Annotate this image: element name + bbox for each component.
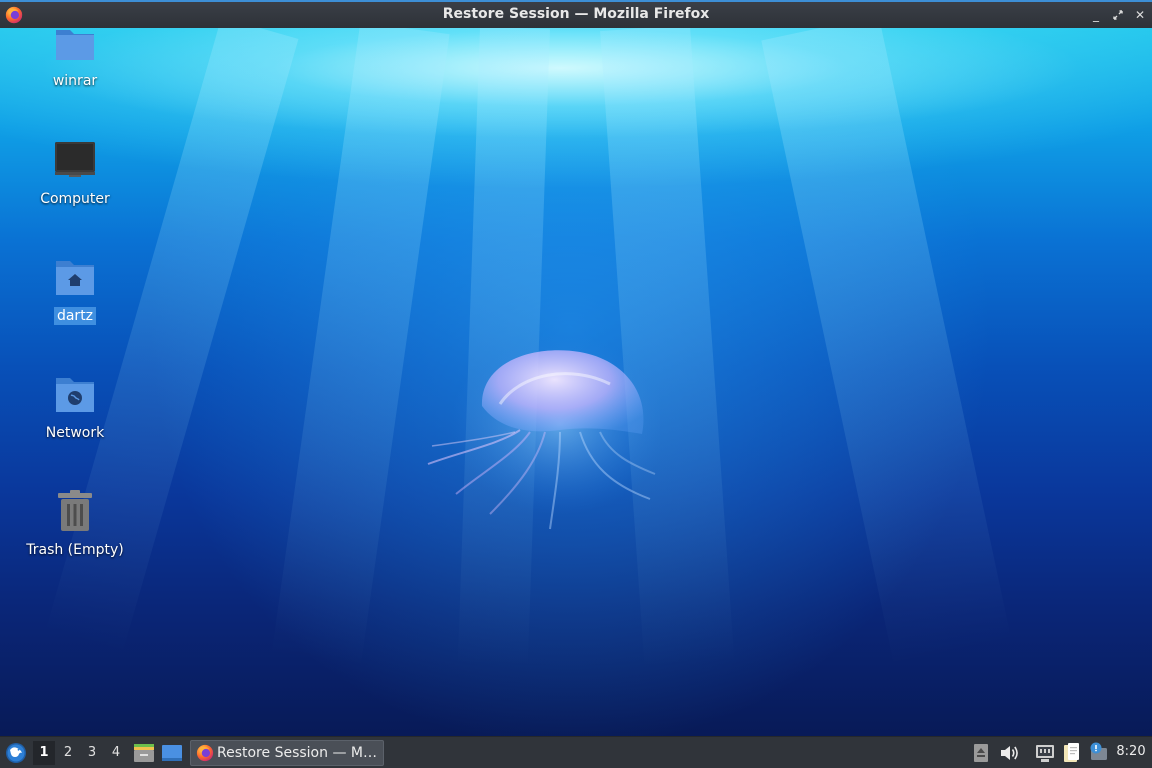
desktop-icon-label: Network	[45, 425, 105, 441]
network-folder-icon	[56, 378, 94, 412]
network-wired-icon[interactable]	[1034, 742, 1056, 764]
desktop-icon-label: dartz	[53, 307, 97, 325]
window-title: Restore Session — Mozilla Firefox	[442, 6, 710, 22]
volume-icon[interactable]	[998, 742, 1020, 764]
taskbar: 1 2 3 4 Restore Session — M… 8:20	[0, 736, 1152, 768]
workspace-4[interactable]: 4	[105, 741, 127, 765]
desktop-icon-trash[interactable]: Trash (Empty)	[15, 489, 135, 559]
desktop-icon-computer[interactable]: Computer	[15, 138, 135, 208]
workspace-2[interactable]: 2	[57, 741, 79, 765]
desktop[interactable]: winrar Computer dartz Network Trash (Emp…	[0, 28, 1152, 736]
window-titlebar[interactable]: Restore Session — Mozilla Firefox _ ✕	[0, 0, 1152, 28]
restore-icon	[1113, 10, 1123, 20]
show-desktop-icon[interactable]	[160, 741, 184, 765]
desktop-icon-label: winrar	[52, 73, 98, 89]
light-ray	[761, 28, 1012, 667]
xfce-menu-icon[interactable]	[4, 741, 28, 765]
desktop-icon-dartz[interactable]: dartz	[15, 255, 135, 325]
taskbar-clock[interactable]: 8:20	[1112, 744, 1150, 759]
minimize-button[interactable]: _	[1086, 5, 1106, 25]
taskbar-task-label: Restore Session — M…	[217, 745, 377, 761]
desktop-icon-network[interactable]: Network	[15, 372, 135, 442]
firefox-icon	[196, 744, 214, 762]
taskbar-task-firefox[interactable]: Restore Session — M…	[190, 740, 384, 766]
desktop-icon-label: Computer	[40, 191, 110, 207]
jellyfish-wallpaper-image	[427, 334, 660, 530]
disk-icon[interactable]	[970, 742, 992, 764]
screen: Restore Session — Mozilla Firefox _ ✕ wi…	[0, 0, 1152, 768]
home-folder-icon	[56, 261, 94, 295]
maximize-button[interactable]	[1108, 5, 1128, 25]
folder-icon	[56, 30, 94, 60]
close-icon: ✕	[1134, 8, 1146, 22]
minimize-icon: _	[1093, 8, 1099, 22]
workspace-1[interactable]: 1	[33, 741, 55, 765]
file-manager-icon[interactable]	[132, 741, 156, 765]
light-ray	[45, 28, 299, 655]
close-button[interactable]: ✕	[1130, 5, 1150, 25]
clipboard-icon[interactable]	[1061, 742, 1083, 764]
computer-icon	[55, 142, 95, 177]
workspace-3[interactable]: 3	[81, 741, 103, 765]
desktop-icon-label: Trash (Empty)	[26, 542, 124, 558]
trash-icon	[58, 490, 92, 531]
desktop-icon-winrar[interactable]: winrar	[15, 28, 135, 90]
notification-icon[interactable]	[1088, 742, 1110, 764]
